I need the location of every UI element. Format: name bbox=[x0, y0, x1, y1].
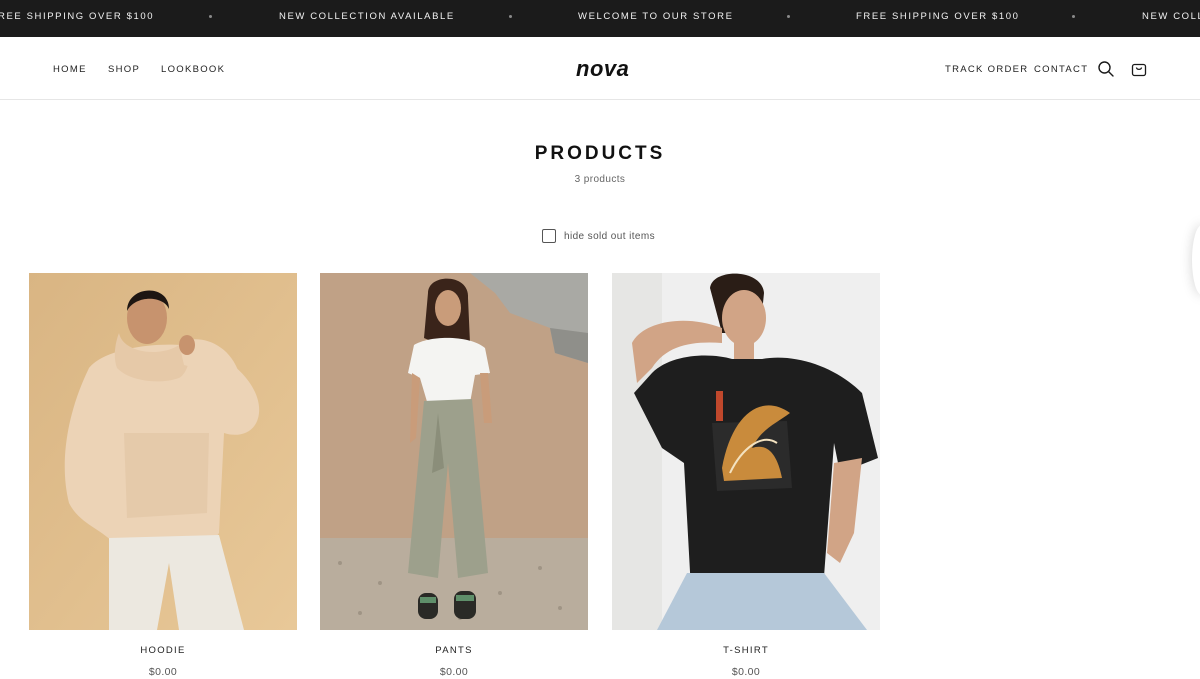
product-card-t-shirt[interactable]: T-SHIRT $0.00 bbox=[612, 273, 880, 678]
hide-sold-out-filter[interactable]: hide sold out items bbox=[542, 228, 655, 244]
nav-track-order-link[interactable]: TRACK ORDER bbox=[945, 64, 1028, 75]
nav-home-link[interactable]: HOME bbox=[53, 64, 87, 75]
product-card-hoodie[interactable]: HOODIE $0.00 bbox=[29, 273, 297, 678]
product-price: $0.00 bbox=[731, 666, 761, 678]
product-name[interactable]: PANTS bbox=[320, 645, 588, 656]
product-name[interactable]: HOODIE bbox=[29, 645, 297, 656]
announcement-message: NEW COLL bbox=[1142, 11, 1200, 22]
nav-lookbook-link[interactable]: LOOKBOOK bbox=[161, 64, 225, 75]
product-image-pants[interactable] bbox=[320, 273, 588, 630]
announcement-message: WELCOME TO OUR STORE bbox=[578, 11, 734, 22]
product-count: 3 products bbox=[574, 174, 626, 185]
separator-dot-icon bbox=[509, 15, 512, 18]
announcement-message: REE SHIPPING OVER $100 bbox=[0, 11, 155, 22]
product-name[interactable]: T-SHIRT bbox=[612, 645, 880, 656]
product-image-hoodie[interactable] bbox=[29, 273, 297, 630]
announcement-message: NEW COLLECTION AVAILABLE bbox=[279, 11, 455, 22]
product-card-pants[interactable]: PANTS $0.00 bbox=[320, 273, 588, 678]
announcement-bar: REE SHIPPING OVER $100 NEW COLLECTION AV… bbox=[0, 0, 1200, 37]
nav-shop-link[interactable]: SHOP bbox=[108, 64, 140, 75]
announcement-message: FREE SHIPPING OVER $100 bbox=[856, 11, 1020, 22]
page-title: PRODUCTS bbox=[534, 143, 666, 164]
product-price: $0.00 bbox=[439, 666, 469, 678]
product-image-t-shirt[interactable] bbox=[612, 273, 880, 630]
hide-sold-out-label: hide sold out items bbox=[564, 230, 655, 242]
site-logo[interactable]: nova bbox=[576, 56, 629, 82]
site-header: HOME SHOP LOOKBOOK nova TRACK ORDER CONT… bbox=[0, 37, 1200, 100]
floating-widget-edge[interactable] bbox=[1192, 225, 1200, 295]
cart-icon[interactable] bbox=[1130, 60, 1148, 78]
product-price: $0.00 bbox=[148, 666, 178, 678]
separator-dot-icon bbox=[209, 15, 212, 18]
hide-sold-out-checkbox[interactable] bbox=[542, 229, 556, 243]
separator-dot-icon bbox=[787, 15, 790, 18]
nav-contact-link[interactable]: CONTACT bbox=[1034, 64, 1088, 75]
search-icon[interactable] bbox=[1097, 60, 1115, 78]
separator-dot-icon bbox=[1072, 15, 1075, 18]
